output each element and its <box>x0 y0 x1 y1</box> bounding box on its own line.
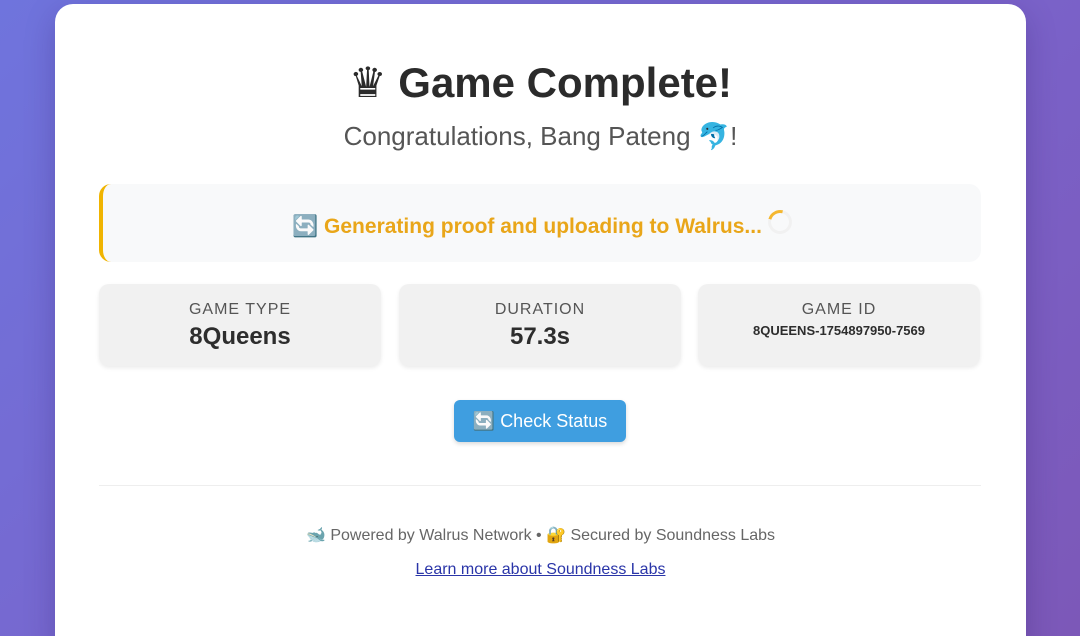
separator: • <box>536 527 542 544</box>
crown-icon: ♛ <box>348 59 387 106</box>
learn-more-link[interactable]: Learn more about Soundness Labs <box>416 561 666 578</box>
dolphin-icon: 🐬 <box>697 122 731 152</box>
divider <box>99 485 981 486</box>
status-text: Generating proof and uploading to Walrus… <box>324 215 762 238</box>
game-complete-card: ♛ Game Complete! Congratulations, Bang P… <box>55 4 1026 636</box>
check-status-label: Check Status <box>500 411 608 431</box>
status-message: 🔄 Generating proof and uploading to Walr… <box>103 205 981 240</box>
refresh-icon: 🔄 <box>292 214 319 238</box>
loading-spinner-icon <box>763 205 797 239</box>
page-title: ♛ Game Complete! <box>55 58 1026 108</box>
stat-value: 8QUEENS-1754897950-7569 <box>752 323 925 338</box>
stat-duration: DURATION 57.3s <box>399 284 681 366</box>
upload-status-box: 🔄 Generating proof and uploading to Walr… <box>99 184 981 262</box>
whale-icon: 🐋 <box>305 525 326 544</box>
stat-value: 57.3s <box>509 323 571 350</box>
stat-value: 8Queens <box>189 323 291 350</box>
stat-label: GAME TYPE <box>188 301 292 318</box>
stat-label: GAME ID <box>801 301 877 318</box>
title-text: Game Complete! <box>398 59 733 106</box>
check-status-button[interactable]: 🔄 Check Status <box>454 400 626 442</box>
stat-label: DURATION <box>494 301 586 318</box>
subtitle-prefix: Congratulations, <box>343 121 541 151</box>
subtitle-suffix: ! <box>730 121 738 151</box>
lock-icon: 🔐 <box>546 525 566 544</box>
player-name: Bang Pateng <box>540 121 691 151</box>
stat-game-id: GAME ID 8QUEENS-1754897950-7569 <box>698 284 980 366</box>
footer-credits: 🐋 Powered by Walrus Network • 🔐 Secured … <box>55 525 1026 546</box>
learn-more-container: Learn more about Soundness Labs <box>55 560 1026 580</box>
congratulations-subtitle: Congratulations, Bang Pateng 🐬! <box>55 119 1026 154</box>
stat-game-type: GAME TYPE 8Queens <box>99 284 381 366</box>
secured-by-text: Secured by Soundness Labs <box>570 527 776 544</box>
powered-by-text: Powered by Walrus Network <box>330 527 532 544</box>
refresh-icon: 🔄 <box>472 411 496 432</box>
